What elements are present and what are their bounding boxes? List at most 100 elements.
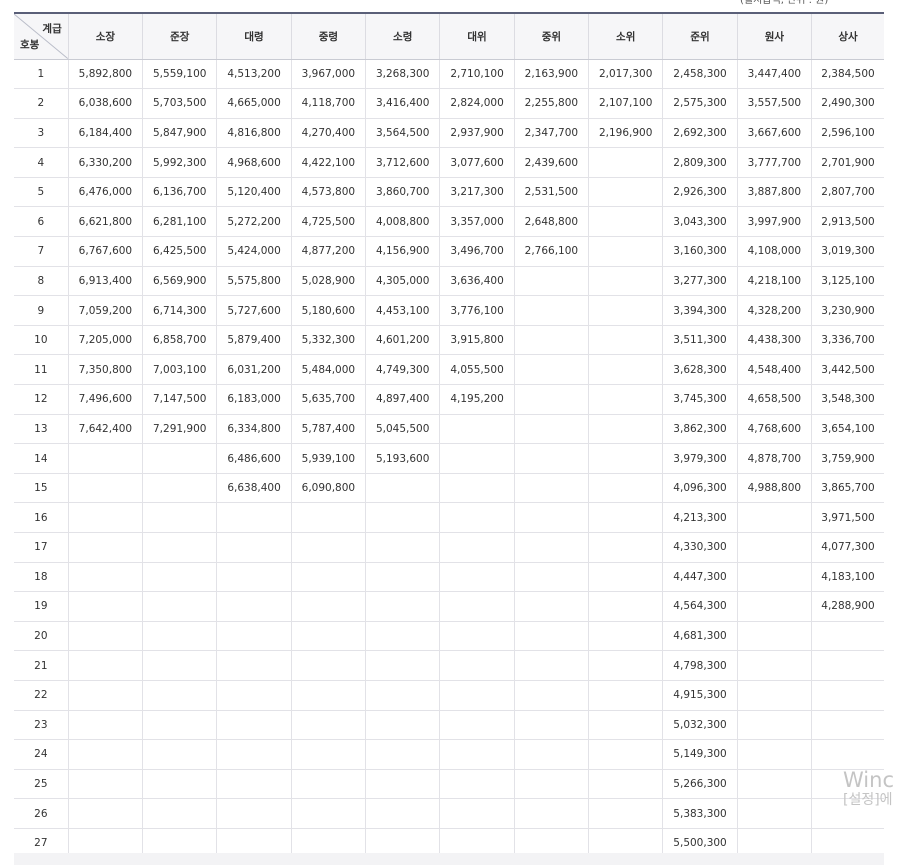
salary-cell: 2,439,600 (513, 147, 589, 178)
salary-cell: 6,486,600 (216, 443, 292, 474)
salary-cell: 3,628,300 (662, 354, 738, 386)
salary-cell: 6,281,100 (142, 206, 217, 238)
table-row: 17 4,330,300 4,077,300 (14, 532, 884, 563)
salary-cell (365, 710, 440, 741)
salary-cell (365, 739, 440, 770)
salary-cell: 3,654,100 (811, 414, 884, 445)
salary-cell: 3,357,000 (439, 206, 515, 238)
salary-cell: 5,787,400 (290, 414, 366, 445)
salary-cell (216, 532, 292, 563)
salary-cell (736, 769, 812, 800)
salary-cell (588, 236, 663, 267)
salary-cell: 5,559,100 (142, 59, 217, 90)
salary-cell: 3,667,600 (736, 118, 812, 149)
salary-cell: 4,681,300 (662, 621, 738, 652)
step-cell: 16 (14, 502, 69, 533)
table-row: 12 7,496,600 7,147,500 6,183,000 5,635,700 4,… (14, 384, 884, 415)
salary-cell (439, 650, 515, 681)
salary-cell: 4,422,100 (290, 147, 366, 178)
rank-header: 준장 (142, 12, 217, 60)
salary-cell (290, 502, 366, 533)
salary-cell (588, 384, 663, 415)
salary-cell: 7,291,900 (142, 414, 217, 445)
salary-cell: 3,230,900 (811, 295, 884, 326)
step-cell: 18 (14, 562, 69, 593)
salary-cell: 3,997,900 (736, 206, 812, 238)
salary-cell: 3,979,300 (662, 443, 738, 474)
salary-cell: 2,107,100 (588, 88, 663, 119)
salary-cell: 2,575,300 (662, 88, 738, 119)
salary-cell: 3,745,300 (662, 384, 738, 415)
unit-note: (월지급액, 단위 : 원) (740, 0, 829, 6)
salary-cell: 3,394,300 (662, 295, 738, 326)
table-row: 2 6,038,600 5,703,500 4,665,000 4,118,700 3,4… (14, 88, 884, 119)
salary-cell (67, 502, 143, 533)
salary-cell (588, 502, 663, 533)
salary-cell (736, 710, 812, 741)
salary-cell: 7,059,200 (67, 295, 143, 326)
rank-header: 중령 (290, 12, 366, 60)
salary-cell (588, 591, 663, 622)
table-row: 21 4,798,300 (14, 650, 884, 681)
table-row: 3 6,184,400 5,847,900 4,816,800 4,270,400 3,5… (14, 118, 884, 149)
salary-cell: 4,564,300 (662, 591, 738, 622)
table-row: 13 7,642,400 7,291,900 6,334,800 5,787,400 5,… (14, 414, 884, 445)
salary-cell (290, 680, 366, 711)
table-row: 26 5,383,300 (14, 798, 884, 829)
salary-cell: 4,877,200 (290, 236, 366, 267)
salary-cell: 2,255,800 (513, 88, 589, 119)
salary-cell (67, 562, 143, 593)
salary-cell: 4,156,900 (365, 236, 440, 267)
salary-cell (513, 502, 589, 533)
salary-cell (216, 769, 292, 800)
salary-cell (588, 473, 663, 504)
salary-cell (588, 295, 663, 326)
salary-cell (365, 502, 440, 533)
salary-cell: 4,658,500 (736, 384, 812, 415)
salary-cell: 6,184,400 (67, 118, 143, 149)
salary-cell: 6,913,400 (67, 266, 143, 297)
salary-cell (142, 502, 217, 533)
salary-cell: 2,347,700 (513, 118, 589, 149)
salary-cell: 2,809,300 (662, 147, 738, 178)
salary-cell: 3,511,300 (662, 325, 738, 356)
salary-cell (736, 502, 812, 533)
salary-cell (588, 325, 663, 356)
salary-cell (67, 532, 143, 563)
salary-cell: 2,701,900 (811, 147, 884, 178)
salary-cell (588, 266, 663, 297)
salary-cell: 4,077,300 (811, 532, 884, 563)
salary-cell: 5,575,800 (216, 266, 292, 297)
salary-cell: 3,777,700 (736, 147, 812, 178)
salary-cell (290, 769, 366, 800)
salary-cell: 4,968,600 (216, 147, 292, 178)
salary-cell (513, 621, 589, 652)
salary-cell (588, 562, 663, 593)
salary-cell (142, 621, 217, 652)
salary-cell (439, 443, 515, 474)
salary-cell (216, 562, 292, 593)
salary-cell: 2,937,900 (439, 118, 515, 149)
salary-cell (67, 591, 143, 622)
salary-cell (736, 739, 812, 770)
salary-cell: 6,638,400 (216, 473, 292, 504)
salary-cell: 6,183,000 (216, 384, 292, 415)
salary-cell: 4,447,300 (662, 562, 738, 593)
salary-cell: 4,816,800 (216, 118, 292, 149)
salary-cell (216, 798, 292, 829)
salary-cell: 6,767,600 (67, 236, 143, 267)
table-row: 7 6,767,600 6,425,500 5,424,000 4,877,200 4,1… (14, 236, 884, 267)
salary-cell: 5,332,300 (290, 325, 366, 356)
salary-cell (142, 473, 217, 504)
salary-cell (216, 621, 292, 652)
salary-cell: 2,824,000 (439, 88, 515, 119)
step-cell: 14 (14, 443, 69, 474)
salary-cell: 5,879,400 (216, 325, 292, 356)
salary-cell (290, 650, 366, 681)
salary-table-body: 1 5,892,800 5,559,100 4,513,200 3,967,000 3,2… (14, 59, 884, 859)
salary-cell: 7,350,800 (67, 354, 143, 386)
salary-cell: 2,596,100 (811, 118, 884, 149)
salary-cell (588, 650, 663, 681)
salary-cell: 7,496,600 (67, 384, 143, 415)
salary-cell: 3,277,300 (662, 266, 738, 297)
